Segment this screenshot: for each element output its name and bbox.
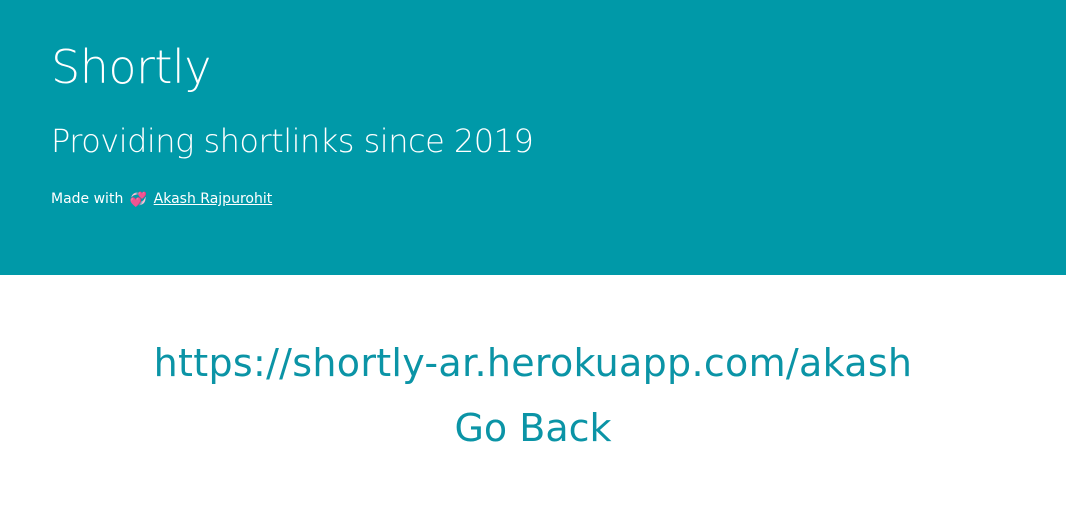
- go-back-link[interactable]: Go Back: [0, 406, 1066, 452]
- app-title: Shortly: [51, 40, 211, 94]
- result-section: https://shortly-ar.herokuapp.com/akash G…: [0, 275, 1066, 522]
- short-url-link[interactable]: https://shortly-ar.herokuapp.com/akash: [0, 341, 1066, 387]
- author-link[interactable]: Akash Rajpurohit: [154, 191, 273, 207]
- app-tagline: Providing shortlinks since 2019: [51, 122, 534, 160]
- heart-icon: 💞: [129, 192, 148, 208]
- credit-line: Made with 💞 Akash Rajpurohit: [51, 189, 272, 209]
- credit-prefix: Made with: [51, 191, 124, 207]
- hero-banner: Shortly Providing shortlinks since 2019 …: [0, 0, 1066, 275]
